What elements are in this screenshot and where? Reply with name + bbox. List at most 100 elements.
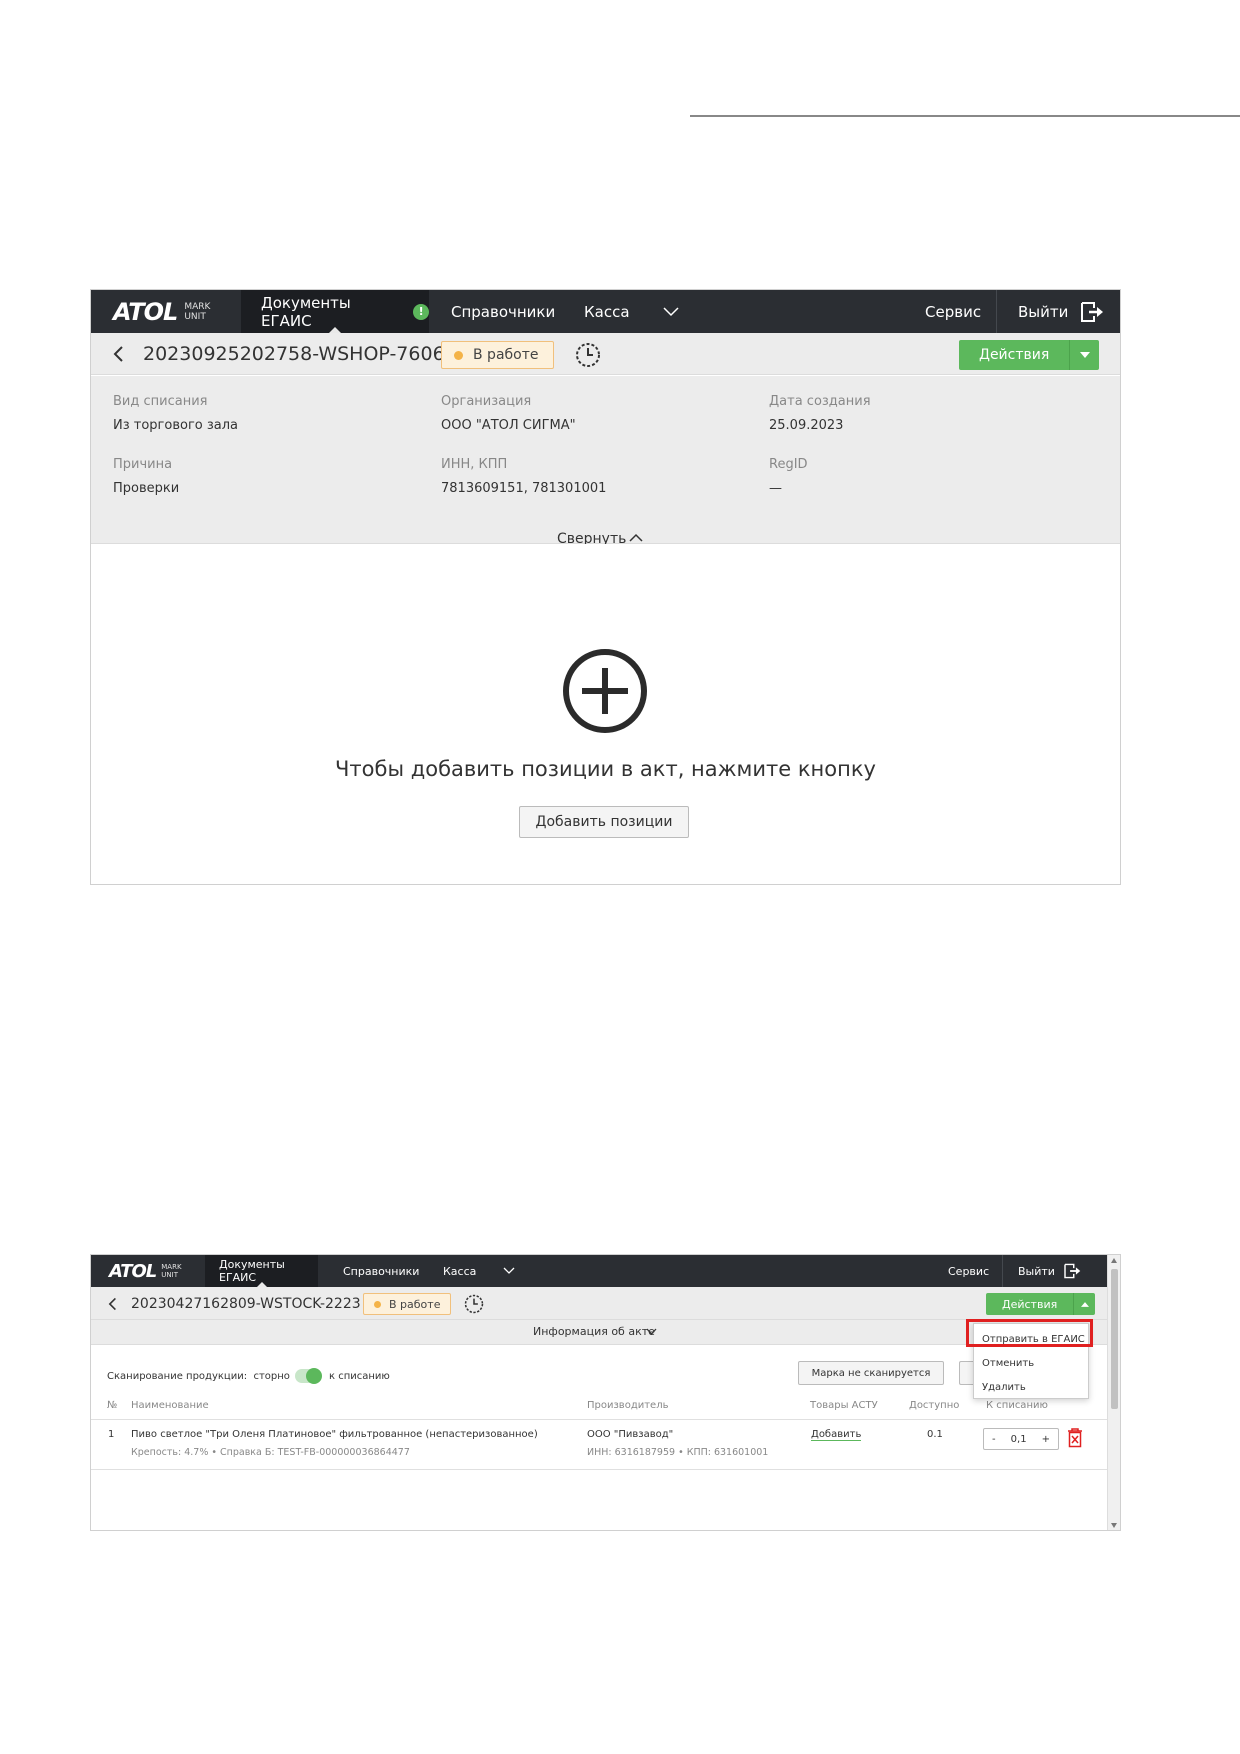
menu-item-cancel[interactable]: Отменить <box>982 1358 1034 1369</box>
status-dot-icon <box>374 1300 381 1308</box>
info-bar: Информация об акте <box>91 1320 1108 1345</box>
add-astu-link[interactable]: Добавить <box>811 1429 862 1441</box>
act-info-link[interactable]: Информация об акте <box>533 1325 655 1338</box>
nav-kassa[interactable]: Касса <box>443 1255 476 1287</box>
caret-down-icon <box>1079 352 1090 358</box>
chevron-down-icon <box>503 1267 515 1274</box>
screenshot-writeoff-empty: ATOL MARK UNIT Документы ЕГАИС ! Справоч… <box>90 289 1121 885</box>
nav-references[interactable]: Справочники <box>451 290 555 333</box>
nav-more-dropdown[interactable] <box>503 1255 515 1287</box>
writeoff-mode-label: к списанию <box>329 1371 390 1382</box>
top-nav: ATOL MARK UNIT Документы ЕГАИС ! Справоч… <box>91 290 1120 333</box>
logo-mark: ATOL <box>109 1260 157 1282</box>
actions-button[interactable]: Действия <box>959 340 1100 370</box>
history-icon[interactable] <box>575 342 601 368</box>
writeoff-type-label: Вид списания <box>113 394 208 409</box>
atol-logo[interactable]: ATOL MARK UNIT <box>113 290 210 333</box>
highlight-box <box>966 1319 1093 1347</box>
actions-caret[interactable] <box>1073 1293 1095 1315</box>
chevron-up-icon[interactable] <box>629 533 643 543</box>
document-page: ATOL MARK UNIT Документы ЕГАИС ! Справоч… <box>0 0 1240 1754</box>
reason-value: Проверки <box>113 481 180 496</box>
inn-value: 7813609151, 781301001 <box>441 481 607 496</box>
nav-separator <box>996 290 997 333</box>
alert-icon: ! <box>413 303 429 320</box>
status-badge: В работе <box>363 1293 452 1315</box>
regid-value: — <box>769 481 782 496</box>
created-label: Дата создания <box>769 394 871 409</box>
inn-label: ИНН, КПП <box>441 457 508 472</box>
col-name: Наименование <box>131 1400 209 1411</box>
stepper-minus[interactable]: - <box>992 1434 996 1445</box>
add-positions-button[interactable]: Добавить позиции <box>519 806 689 838</box>
back-chevron-icon[interactable] <box>109 344 129 364</box>
empty-message: Чтобы добавить позиции в акт, нажмите кн… <box>335 757 876 781</box>
row-details: Крепость: 4.7% • Справка Б: TEST-FB-0000… <box>131 1447 410 1458</box>
menu-item-delete[interactable]: Удалить <box>982 1382 1026 1393</box>
row-producer-details: ИНН: 6316187959 • КПП: 631601001 <box>587 1447 769 1458</box>
quantity-stepper[interactable]: - 0,1 + <box>983 1428 1059 1450</box>
logo-mark: ATOL <box>113 297 178 326</box>
col-astu: Товары АСТУ <box>810 1400 878 1411</box>
scan-label-text: Сканирование продукции: <box>107 1371 248 1382</box>
not-scanned-button[interactable]: Марка не сканируется <box>798 1361 944 1385</box>
storno-label: сторно <box>253 1371 290 1382</box>
scan-mode-toggle[interactable] <box>295 1368 322 1384</box>
nav-service[interactable]: Сервис <box>948 1255 989 1287</box>
status-label: В работе <box>473 347 539 363</box>
row-producer: ООО "Пивзавод" <box>587 1429 674 1440</box>
row-num: 1 <box>108 1429 115 1440</box>
stepper-value[interactable]: 0,1 <box>1011 1434 1027 1445</box>
nav-references[interactable]: Справочники <box>343 1255 419 1287</box>
actions-caret[interactable] <box>1069 340 1099 370</box>
org-value: ООО "АТОЛ СИГМА" <box>441 418 576 433</box>
header-rule <box>690 115 1240 117</box>
org-label: Организация <box>441 394 532 409</box>
row-divider <box>91 1469 1108 1470</box>
status-label: В работе <box>389 1297 441 1311</box>
reason-label: Причина <box>113 457 173 472</box>
back-chevron-icon[interactable] <box>105 1296 121 1312</box>
nav-separator <box>1002 1255 1003 1287</box>
nav-exit-label: Выйти <box>1018 1264 1055 1278</box>
atol-logo[interactable]: ATOL MARK UNIT <box>109 1255 182 1287</box>
scan-label: Сканирование продукции: сторно <box>107 1371 290 1382</box>
status-dot-icon <box>454 350 463 360</box>
caret-up-icon <box>1080 1301 1089 1307</box>
exit-icon <box>1081 301 1104 322</box>
top-nav: ATOL MARK UNIT Документы ЕГАИС Справочни… <box>91 1255 1108 1287</box>
writeoff-type-value: Из торгового зала <box>113 418 239 433</box>
actions-button[interactable]: Действия <box>986 1293 1096 1315</box>
doc-header: 20230925202758-WSHOP-7606 В работе Дейст… <box>91 333 1120 375</box>
nav-documents-egais[interactable]: Документы ЕГАИС ! <box>241 290 429 333</box>
nav-service[interactable]: Сервис <box>925 290 981 333</box>
logo-sub: MARK UNIT <box>161 1263 181 1279</box>
chevron-down-icon[interactable] <box>646 1328 657 1336</box>
scroll-up-icon[interactable] <box>1111 1258 1117 1263</box>
nav-documents-egais[interactable]: Документы ЕГАИС <box>205 1255 318 1287</box>
history-icon[interactable] <box>464 1294 484 1314</box>
add-circle-icon[interactable] <box>562 648 648 734</box>
scroll-down-icon[interactable] <box>1111 1523 1117 1528</box>
chevron-down-icon <box>663 306 679 316</box>
delete-row-icon[interactable] <box>1067 1428 1083 1448</box>
col-available: Доступно <box>909 1400 960 1411</box>
nav-exit[interactable]: Выйти <box>1018 1255 1083 1287</box>
vertical-scrollbar[interactable] <box>1107 1255 1120 1530</box>
row-available: 0.1 <box>927 1429 943 1440</box>
col-producer: Производитель <box>587 1400 669 1411</box>
nav-exit[interactable]: Выйти <box>1018 290 1106 333</box>
scroll-thumb[interactable] <box>1111 1269 1118 1409</box>
header-divider <box>91 1419 1108 1420</box>
exit-icon <box>1064 1263 1081 1279</box>
document-id: 20230427162809-WSTOCK-2223 <box>131 1295 361 1312</box>
nav-more-dropdown[interactable] <box>663 290 679 333</box>
nav-kassa[interactable]: Касса <box>584 290 630 333</box>
nav-exit-label: Выйти <box>1018 302 1069 321</box>
stepper-plus[interactable]: + <box>1042 1434 1050 1445</box>
nav-documents-label: Документы ЕГАИС <box>261 293 351 330</box>
col-num: № <box>107 1400 118 1411</box>
regid-label: RegID <box>769 457 808 472</box>
logo-sub: MARK UNIT <box>184 302 210 322</box>
empty-positions-area: Чтобы добавить позиции в акт, нажмите кн… <box>91 544 1120 884</box>
